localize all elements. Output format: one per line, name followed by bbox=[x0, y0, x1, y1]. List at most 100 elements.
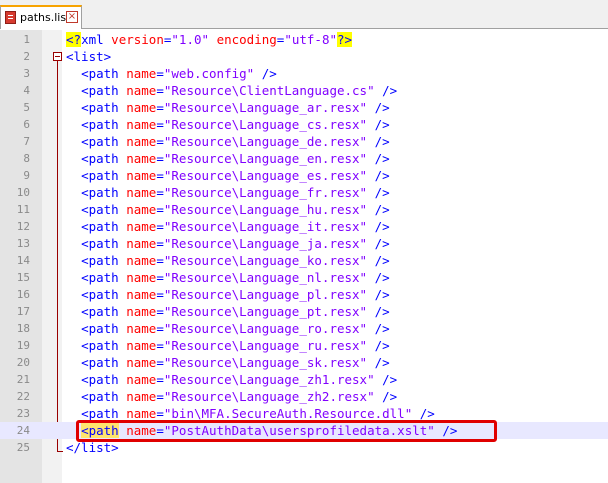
equals: = bbox=[156, 151, 164, 166]
path-tag: <path bbox=[81, 185, 119, 200]
self-close: /> bbox=[374, 134, 390, 149]
line-code: <path name="Resource\Language_en.resx" /… bbox=[66, 150, 390, 167]
equals: = bbox=[156, 202, 164, 217]
attr-value: "Resource\Language_pt.resx" bbox=[163, 304, 368, 319]
tab-bar: paths.list × bbox=[0, 0, 608, 29]
code-line[interactable]: 16 <path name="Resource\Language_pl.resx… bbox=[0, 286, 608, 303]
attr-name: name bbox=[126, 117, 157, 132]
equals: = bbox=[156, 321, 164, 336]
self-close: /> bbox=[374, 219, 390, 234]
attr-value: "Resource\Language_it.resx" bbox=[163, 219, 368, 234]
attr-name: name bbox=[126, 185, 157, 200]
line-number: 15 bbox=[16, 271, 30, 284]
code-line[interactable]: 10 <path name="Resource\Language_fr.resx… bbox=[0, 184, 608, 201]
code-line[interactable]: 22 <path name="Resource\Language_zh2.res… bbox=[0, 388, 608, 405]
code-line[interactable]: 20 <path name="Resource\Language_sk.resx… bbox=[0, 354, 608, 371]
code-line[interactable]: 11 <path name="Resource\Language_hu.resx… bbox=[0, 201, 608, 218]
path-tag: <path bbox=[81, 389, 119, 404]
path-tag: <path bbox=[81, 83, 119, 98]
attr-name: name bbox=[126, 355, 157, 370]
line-number: 18 bbox=[16, 322, 30, 335]
path-tag: <path bbox=[81, 151, 119, 166]
line-number: 14 bbox=[16, 254, 30, 267]
attr-name: version bbox=[111, 32, 164, 47]
line-code: <path name="Resource\Language_hu.resx" /… bbox=[66, 201, 390, 218]
tab-paths-list[interactable]: paths.list × bbox=[0, 5, 82, 29]
attr-value: "Resource\Language_hu.resx" bbox=[163, 202, 368, 217]
code-line[interactable]: 7 <path name="Resource\Language_de.resx"… bbox=[0, 133, 608, 150]
self-close: /> bbox=[374, 168, 390, 183]
attr-value: "Resource\Language_en.resx" bbox=[163, 151, 368, 166]
self-close: /> bbox=[374, 202, 390, 217]
line-number: 1 bbox=[23, 33, 30, 46]
equals: = bbox=[156, 253, 164, 268]
line-number: 9 bbox=[23, 169, 30, 182]
code-line[interactable]: 1 <?xml version="1.0" encoding="utf-8"?> bbox=[0, 31, 608, 48]
attr-name: name bbox=[126, 287, 157, 302]
equals: = bbox=[156, 338, 164, 353]
path-tag: <path bbox=[81, 321, 119, 336]
code-editor[interactable]: 1 <?xml version="1.0" encoding="utf-8"?> 2… bbox=[0, 30, 608, 483]
line-code: <path name="Resource\Language_ar.resx" /… bbox=[66, 99, 390, 116]
close-icon[interactable]: × bbox=[66, 11, 78, 23]
attr-value: "utf-8" bbox=[284, 32, 337, 47]
code-line[interactable]: 2 <list> bbox=[0, 48, 608, 65]
path-tag: <path bbox=[81, 100, 119, 115]
self-close: /> bbox=[374, 304, 390, 319]
attr-name: name bbox=[126, 321, 157, 336]
code-line[interactable]: 12 <path name="Resource\Language_it.resx… bbox=[0, 218, 608, 235]
line-number: 12 bbox=[16, 220, 30, 233]
path-tag: <path bbox=[81, 406, 119, 421]
code-line[interactable]: 13 <path name="Resource\Language_ja.resx… bbox=[0, 235, 608, 252]
line-number: 25 bbox=[16, 441, 30, 454]
attr-name: name bbox=[126, 202, 157, 217]
attr-value: "Resource\Language_ja.resx" bbox=[163, 236, 368, 251]
code-line[interactable]: 18 <path name="Resource\Language_ro.resx… bbox=[0, 320, 608, 337]
line-number: 4 bbox=[23, 84, 30, 97]
code-line[interactable]: 14 <path name="Resource\Language_ko.resx… bbox=[0, 252, 608, 269]
attr-value: "Resource\Language_es.resx" bbox=[163, 168, 368, 183]
equals: = bbox=[156, 304, 164, 319]
attr-name: name bbox=[126, 100, 157, 115]
line-number: 23 bbox=[16, 407, 30, 420]
code-line[interactable]: 19 <path name="Resource\Language_ru.resx… bbox=[0, 337, 608, 354]
pi-open: <? bbox=[66, 32, 82, 47]
attr-name: encoding bbox=[216, 32, 277, 47]
path-tag: <path bbox=[81, 219, 119, 234]
line-code: <path name="Resource\Language_fr.resx" /… bbox=[66, 184, 390, 201]
attr-value: "Resource\Language_zh1.resx" bbox=[163, 372, 375, 387]
attr-name: name bbox=[126, 83, 157, 98]
equals: = bbox=[156, 117, 164, 132]
equals: = bbox=[156, 100, 164, 115]
equals: = bbox=[156, 185, 164, 200]
self-close: /> bbox=[382, 372, 398, 387]
code-line[interactable]: 8 <path name="Resource\Language_en.resx"… bbox=[0, 150, 608, 167]
code-line[interactable]: 4 <path name="Resource\ClientLanguage.cs… bbox=[0, 82, 608, 99]
path-tag: <path bbox=[81, 287, 119, 302]
code-line[interactable]: 17 <path name="Resource\Language_pt.resx… bbox=[0, 303, 608, 320]
path-tag: <path bbox=[81, 66, 119, 81]
path-tag: <path bbox=[81, 372, 119, 387]
line-number: 7 bbox=[23, 135, 30, 148]
attr-name: name bbox=[126, 372, 157, 387]
self-close: /> bbox=[374, 100, 390, 115]
self-close: /> bbox=[419, 406, 435, 421]
line-code: <path name="Resource\Language_nl.resx" /… bbox=[66, 269, 390, 286]
code-line[interactable]: 6 <path name="Resource\Language_cs.resx"… bbox=[0, 116, 608, 133]
code-line[interactable]: 9 <path name="Resource\Language_es.resx"… bbox=[0, 167, 608, 184]
equals: = bbox=[156, 134, 164, 149]
attr-name: name bbox=[126, 304, 157, 319]
equals: = bbox=[156, 389, 164, 404]
attr-name: name bbox=[126, 168, 157, 183]
code-line[interactable]: 5 <path name="Resource\Language_ar.resx"… bbox=[0, 99, 608, 116]
self-close: /> bbox=[374, 151, 390, 166]
code-line[interactable]: 21 <path name="Resource\Language_zh1.res… bbox=[0, 371, 608, 388]
code-line[interactable]: 3 <path name="web.config" /> bbox=[0, 65, 608, 82]
code-line[interactable]: 15 <path name="Resource\Language_nl.resx… bbox=[0, 269, 608, 286]
path-tag: <path bbox=[81, 236, 119, 251]
line-code: <path name="Resource\Language_zh2.resx" … bbox=[66, 388, 397, 405]
line-code: <path name="Resource\Language_de.resx" /… bbox=[66, 133, 390, 150]
attr-name: name bbox=[126, 134, 157, 149]
path-tag: <path bbox=[81, 304, 119, 319]
attr-name: name bbox=[126, 66, 157, 81]
